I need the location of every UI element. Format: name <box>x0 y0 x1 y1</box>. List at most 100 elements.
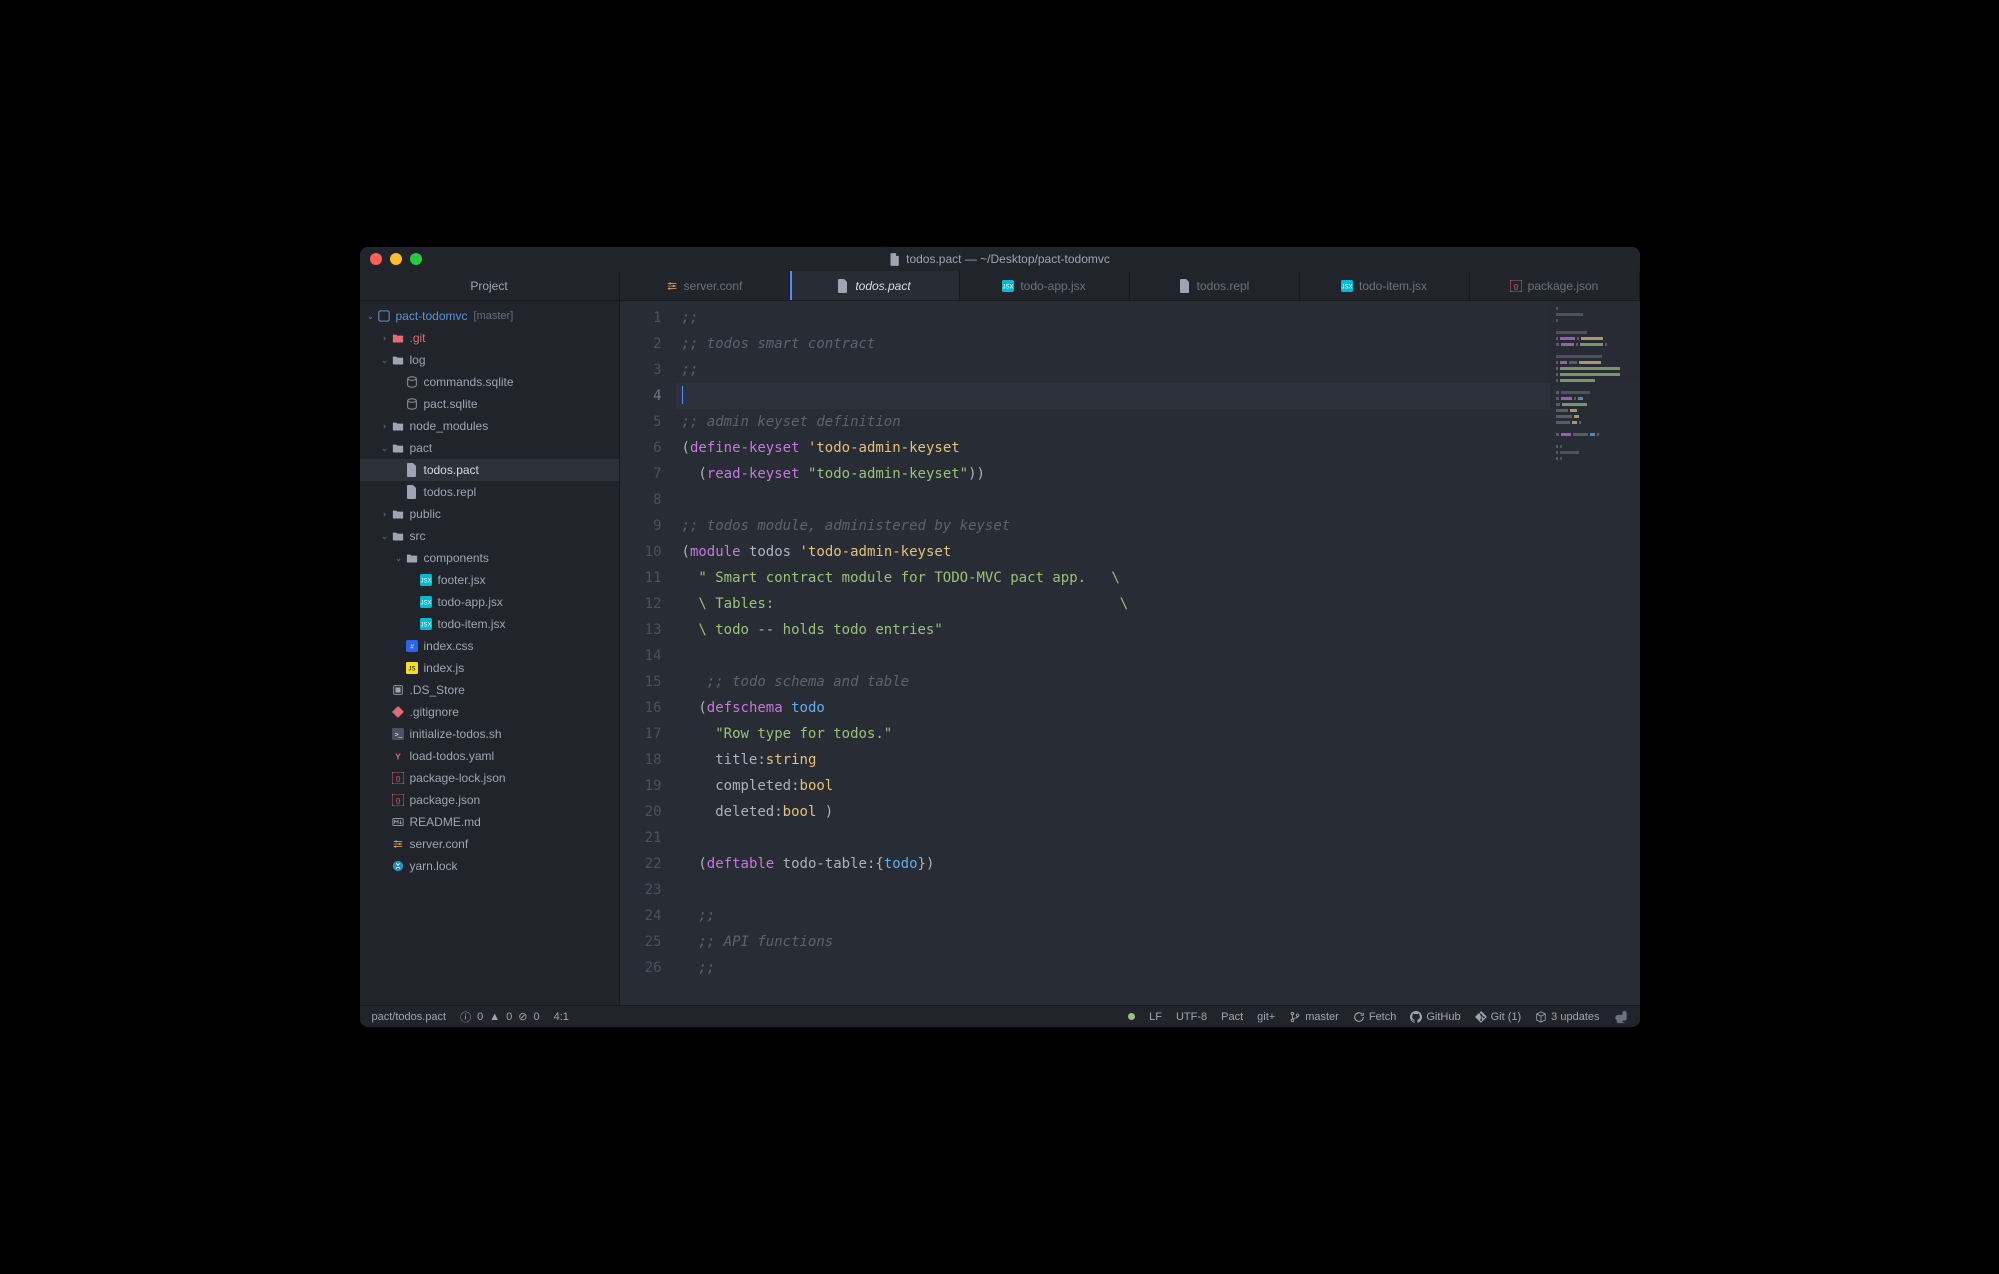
tree-item-label: public <box>410 507 441 521</box>
status-git[interactable]: Git (1) <box>1475 1011 1522 1023</box>
tree-item-pact[interactable]: ⌄pact <box>360 437 619 459</box>
window-title: todos.pact — ~/Desktop/pact-todomvc <box>889 252 1110 266</box>
tree-item-load-todos-yaml[interactable]: Yload-todos.yaml <box>360 745 619 767</box>
status-fetch[interactable]: Fetch <box>1353 1011 1397 1023</box>
tree-item-todo-item-jsx[interactable]: JSXtodo-item.jsx <box>360 613 619 635</box>
tree-item-server-conf[interactable]: server.conf <box>360 833 619 855</box>
code-line[interactable]: deleted:bool ) <box>676 799 1550 825</box>
code-line[interactable]: "Row type for todos." <box>676 721 1550 747</box>
code-line[interactable]: \ Tables: \ <box>676 591 1550 617</box>
tree-item-readme-md[interactable]: README.md <box>360 811 619 833</box>
code[interactable]: ;;;; todos smart contract;;;; admin keys… <box>676 301 1550 1005</box>
code-line[interactable] <box>676 643 1550 669</box>
tree-item-todos-pact[interactable]: todos.pact <box>360 459 619 481</box>
code-line[interactable]: title:string <box>676 747 1550 773</box>
token: ( <box>682 544 690 560</box>
code-line[interactable]: ;; <box>676 903 1550 929</box>
line-number: 7 <box>620 461 662 487</box>
minimap-line <box>1556 325 1634 328</box>
code-line[interactable] <box>676 825 1550 851</box>
code-line[interactable]: ;; <box>676 955 1550 981</box>
tab-todo-item-jsx[interactable]: JSXtodo-item.jsx <box>1300 271 1470 300</box>
tree-item--git[interactable]: ›.git <box>360 327 619 349</box>
tree-item-footer-jsx[interactable]: JSXfooter.jsx <box>360 569 619 591</box>
tree-item-todo-app-jsx[interactable]: JSXtodo-app.jsx <box>360 591 619 613</box>
svg-text:JSX: JSX <box>420 601 431 607</box>
tree-item-commands-sqlite[interactable]: commands.sqlite <box>360 371 619 393</box>
code-line[interactable]: (defschema todo <box>676 695 1550 721</box>
tree-item-components[interactable]: ⌄components <box>360 547 619 569</box>
code-line[interactable]: (module todos 'todo-admin-keyset <box>676 539 1550 565</box>
tree-item--gitignore[interactable]: .gitignore <box>360 701 619 723</box>
status-filepath[interactable]: pact/todos.pact <box>372 1011 447 1023</box>
code-line[interactable]: ;; API functions <box>676 929 1550 955</box>
diag-err-count: 0 <box>533 1011 539 1023</box>
line-number: 9 <box>620 513 662 539</box>
token: \ Tables: \ <box>698 596 1128 612</box>
minimize-button[interactable] <box>390 253 402 265</box>
squirrel-icon[interactable] <box>1614 1010 1628 1024</box>
chevron-down-icon: ⌄ <box>380 531 390 542</box>
code-line[interactable] <box>676 383 1550 409</box>
code-line[interactable]: " Smart contract module for TODO-MVC pac… <box>676 565 1550 591</box>
status-grammar[interactable]: Pact <box>1221 1011 1243 1023</box>
token: bool <box>800 778 834 794</box>
token: define-keyset <box>690 440 800 456</box>
tab-todo-app-jsx[interactable]: JSXtodo-app.jsx <box>960 271 1130 300</box>
code-line[interactable]: completed:bool <box>676 773 1550 799</box>
status-encoding[interactable]: UTF-8 <box>1176 1011 1207 1023</box>
tab-todos-pact[interactable]: todos.pact <box>790 271 960 300</box>
tree-item-package-lock-json[interactable]: {}package-lock.json <box>360 767 619 789</box>
line-number: 18 <box>620 747 662 773</box>
tree-item-log[interactable]: ⌄log <box>360 349 619 371</box>
tree-item--ds-store[interactable]: .DS_Store <box>360 679 619 701</box>
code-line[interactable]: ;; todos module, administered by keyset <box>676 513 1550 539</box>
tree-item-package-json[interactable]: {}package.json <box>360 789 619 811</box>
code-line[interactable]: \ todo -- holds todo entries" <box>676 617 1550 643</box>
status-line-ending[interactable]: LF <box>1149 1011 1162 1023</box>
code-line[interactable]: ;; <box>676 357 1550 383</box>
maximize-button[interactable] <box>410 253 422 265</box>
code-line[interactable] <box>676 877 1550 903</box>
token: todo <box>884 856 918 872</box>
code-line[interactable]: (deftable todo-table:{todo}) <box>676 851 1550 877</box>
titlebar: todos.pact — ~/Desktop/pact-todomvc <box>360 247 1640 271</box>
status-gitplus[interactable]: git+ <box>1257 1011 1275 1023</box>
tab-todos-repl[interactable]: todos.repl <box>1130 271 1300 300</box>
code-line[interactable]: ;; admin keyset definition <box>676 409 1550 435</box>
tree-item-public[interactable]: ›public <box>360 503 619 525</box>
close-button[interactable] <box>370 253 382 265</box>
tree-item-todos-repl[interactable]: todos.repl <box>360 481 619 503</box>
tree-root[interactable]: ⌄ pact-todomvc [master] <box>360 305 619 327</box>
token: read-keyset <box>707 466 800 482</box>
code-line[interactable]: ;; <box>676 305 1550 331</box>
status-diagnostics[interactable]: ⓘ0 ▲0 ⊘0 <box>460 1009 539 1025</box>
status-updates[interactable]: 3 updates <box>1535 1011 1599 1023</box>
code-line[interactable]: ;; todos smart contract <box>676 331 1550 357</box>
code-line[interactable]: (read-keyset "todo-admin-keyset")) <box>676 461 1550 487</box>
minimap-line <box>1556 451 1634 454</box>
token: module <box>690 544 741 560</box>
status-github[interactable]: GitHub <box>1410 1011 1460 1023</box>
code-line[interactable]: (define-keyset 'todo-admin-keyset <box>676 435 1550 461</box>
token: \ todo -- holds todo entries" <box>698 622 942 638</box>
tree-item-initialize-todos-sh[interactable]: >_initialize-todos.sh <box>360 723 619 745</box>
tree-item-node-modules[interactable]: ›node_modules <box>360 415 619 437</box>
editor[interactable]: 1234567891011121314151617181920212223242… <box>620 301 1640 1005</box>
minimap[interactable] <box>1550 301 1640 1005</box>
status-branch[interactable]: master <box>1289 1011 1339 1023</box>
chevron-down-icon: ⌄ <box>380 355 390 366</box>
file-tree[interactable]: ⌄ pact-todomvc [master] ›.git⌄logcommand… <box>360 301 619 1005</box>
tab-package-json[interactable]: {}package.json <box>1470 271 1640 300</box>
tab-server-conf[interactable]: server.conf <box>620 271 790 300</box>
tree-item-index-css[interactable]: #index.css <box>360 635 619 657</box>
status-cursor[interactable]: 4:1 <box>554 1011 569 1023</box>
tree-item-src[interactable]: ⌄src <box>360 525 619 547</box>
code-line[interactable]: ;; todo schema and table <box>676 669 1550 695</box>
tree-item-label: pact.sqlite <box>424 397 478 411</box>
tree-item-index-js[interactable]: JSindex.js <box>360 657 619 679</box>
tree-item-yarn-lock[interactable]: yarn.lock <box>360 855 619 877</box>
tree-item-label: index.css <box>424 639 474 653</box>
code-line[interactable] <box>676 487 1550 513</box>
tree-item-pact-sqlite[interactable]: pact.sqlite <box>360 393 619 415</box>
